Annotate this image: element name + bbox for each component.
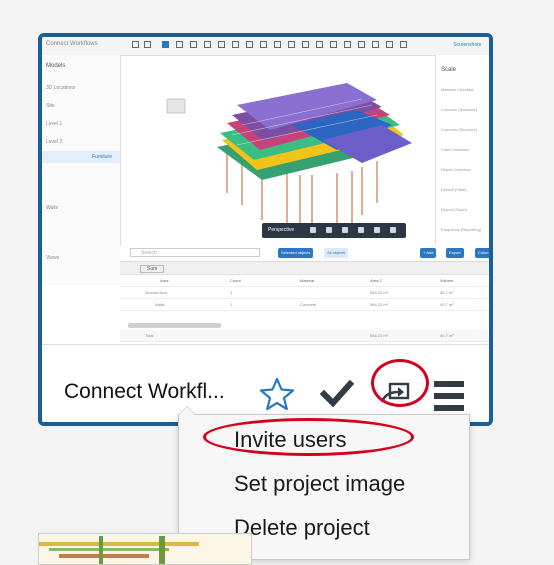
table-cell: Ground floor: [145, 290, 168, 295]
tool-icon: [372, 41, 379, 48]
left-panel: Models 3D Locations Site Level 1 Level 2…: [42, 55, 121, 285]
table-cell: 584.22 m²: [370, 333, 389, 338]
left-panel-item: 3D Locations: [46, 85, 76, 91]
left-panel-item: Views: [46, 255, 60, 261]
right-panel-label: Object Overview: [441, 167, 471, 172]
left-panel-header: Models: [46, 63, 66, 69]
left-panel-item: Level 1: [46, 121, 63, 127]
pill-column-chart: Column chart: [475, 248, 489, 265]
tool-icon: [204, 41, 211, 48]
view-tool-icon: [390, 227, 396, 233]
tool-icon: [190, 41, 197, 48]
tool-icon: [358, 41, 365, 48]
right-panel-label: Report (Clash): [441, 207, 468, 212]
project-card[interactable]: Connect Workflows Screenshots Models 3D …: [38, 33, 493, 426]
pill-all-objects: All objects: [324, 248, 349, 258]
menu-item-set-project-image[interactable]: Set project image: [234, 471, 405, 497]
next-project-card[interactable]: [38, 533, 252, 565]
viewer-toolbar: Connect Workflows Screenshots: [42, 37, 489, 56]
tool-icon: [176, 41, 183, 48]
view-toolbar: Perspective: [262, 223, 406, 238]
left-panel-item: Site: [46, 103, 55, 109]
hamburger-menu-icon[interactable]: [432, 379, 466, 418]
tool-icon: [232, 41, 239, 48]
table-scrollbar: [128, 323, 221, 328]
right-panel-label: Default (Steel): [441, 187, 467, 192]
thumbnail-search-field: Search: [130, 248, 260, 257]
menu-item-delete-project[interactable]: Delete project: [234, 515, 370, 541]
pill-export: Export: [446, 248, 464, 258]
pill-add: + Add: [420, 248, 437, 258]
table-column-header: Volume: [440, 278, 454, 283]
right-panel-label: Frequency (Reporting): [441, 227, 482, 232]
table-header-row: Area Count Material Area 2 Volume: [120, 275, 489, 287]
tool-icon: [386, 41, 393, 48]
table-cell: Walls: [155, 302, 165, 307]
query-bar: Search Selected objects All objects + Ad…: [120, 245, 489, 265]
right-panel-label: Matches Checklist: [441, 87, 474, 92]
pill-selected-objects: Selected objects: [278, 248, 314, 258]
table-cell: 1: [230, 290, 233, 295]
table-cell: 584.22 m²: [370, 290, 389, 295]
tool-icon: [218, 41, 225, 48]
tool-icon: [316, 41, 323, 48]
view-tool-icon: [342, 227, 348, 233]
left-panel-item: Walls: [46, 205, 59, 211]
tool-icon: [344, 41, 351, 48]
tool-icon: [400, 41, 407, 48]
tool-icon: [246, 41, 253, 48]
right-panel-label: Common (Structure): [441, 127, 478, 132]
table-column-header: Count: [230, 278, 241, 283]
tool-icon: [330, 41, 337, 48]
project-title[interactable]: Connect Workfl...: [64, 380, 225, 404]
tool-icon: [288, 41, 295, 48]
left-panel-selected-row: Furniture: [42, 151, 120, 163]
view-tool-icon: [374, 227, 380, 233]
table-cell: 40.7 m³: [440, 333, 454, 338]
table-cell: 40.7 m³: [440, 290, 454, 295]
right-panel-label: Clash Detection: [441, 147, 470, 152]
select-tool-icon: [162, 41, 169, 48]
table-column-header: Area: [160, 278, 169, 283]
table-cell: Total: [145, 333, 154, 338]
table-cell: Concrete: [300, 302, 317, 307]
right-panel-label: Common (Isometric): [441, 107, 478, 112]
project-thumbnail[interactable]: Connect Workflows Screenshots Models 3D …: [42, 37, 489, 344]
table-sum-dropdown: Sum: [140, 265, 165, 273]
viewer-title: Connect Workflows: [46, 41, 98, 47]
next-project-thumbnail: [39, 534, 251, 564]
tool-icon: [260, 41, 267, 48]
left-panel-item: Level 2: [46, 139, 63, 145]
annotation-circle: [371, 359, 429, 407]
tool-icon: [144, 41, 151, 48]
checkmark-icon[interactable]: [319, 379, 355, 414]
star-icon[interactable]: [259, 377, 295, 416]
table-subheader: Sum: [120, 262, 489, 275]
table-row: Walls 1 Concrete 584.22 m² 40.7 m³: [120, 299, 489, 311]
tool-icon: [132, 41, 139, 48]
view-tool-icon: [310, 227, 316, 233]
view-tool-icon: [326, 227, 332, 233]
table-cell: 584.22 m²: [370, 302, 389, 307]
annotation-oval: [203, 418, 414, 456]
viewer-link: Screenshots: [453, 42, 481, 48]
left-panel-item: Furniture: [91, 154, 112, 160]
table-column-header: Area 2: [370, 278, 382, 283]
table-row: Ground floor 1 584.22 m² 40.7 m³: [120, 287, 489, 299]
view-mode-label: Perspective: [268, 227, 295, 233]
data-table: Sum Area Count Material Area 2 Volume Gr…: [120, 262, 489, 344]
table-total-row: Total 584.22 m² 40.7 m³: [120, 330, 489, 342]
table-cell: 1: [230, 302, 233, 307]
table-cell: 40.7 m³: [440, 302, 454, 307]
tool-icon: [274, 41, 281, 48]
tool-icon: [302, 41, 309, 48]
right-panel-title: Scale: [441, 67, 457, 73]
view-tool-icon: [358, 227, 364, 233]
table-column-header: Material: [300, 278, 315, 283]
